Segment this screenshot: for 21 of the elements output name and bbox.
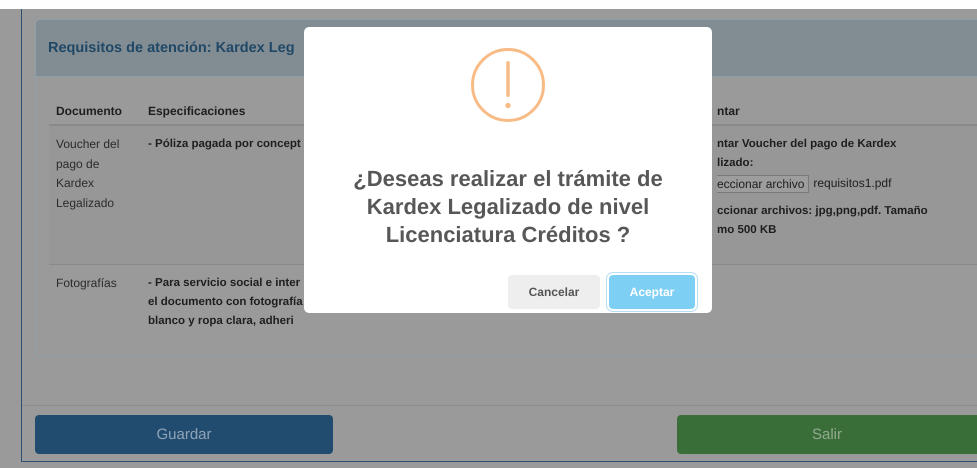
table-cell-text: Fotografías [55, 275, 118, 292]
column-header: Documento [55, 104, 123, 118]
panel-title: Requisitos de atención: Kardex Leg [48, 40, 295, 56]
upload-note: ccionar archivos: jpg,png,pdf. Tamaño [717, 204, 928, 219]
exit-button[interactable]: Salir [677, 415, 977, 454]
file-select-button[interactable]: eccionar archivo [717, 174, 810, 192]
upload-label: lizado: [717, 156, 754, 171]
upload-label: ntar Voucher del pago de Kardex [717, 137, 896, 152]
column-header: Especificaciones [147, 104, 246, 118]
save-button[interactable]: Guardar [35, 415, 333, 454]
dialog-title: ¿Deseas realizar el trámite de Kardex Legalizado de nivel Licenciatura Créditos ? [353, 165, 663, 249]
cancel-button[interactable]: Cancelar [508, 275, 600, 309]
specification-text: el documento con fotografía [148, 295, 303, 310]
file-name: requisitos1.pdf [813, 175, 892, 192]
specification-text: - Para servicio social e inter [148, 276, 300, 291]
column-header: ntar [716, 104, 741, 118]
specification-text: blanco y ropa clara, adheri [148, 314, 294, 329]
table-cell-text: Voucher del pago de Kardex Legalizado [55, 136, 120, 212]
upload-note: mo 500 KB [717, 223, 778, 238]
specification-text: - Póliza pagada por concept [148, 137, 301, 152]
warning-icon [470, 47, 546, 123]
